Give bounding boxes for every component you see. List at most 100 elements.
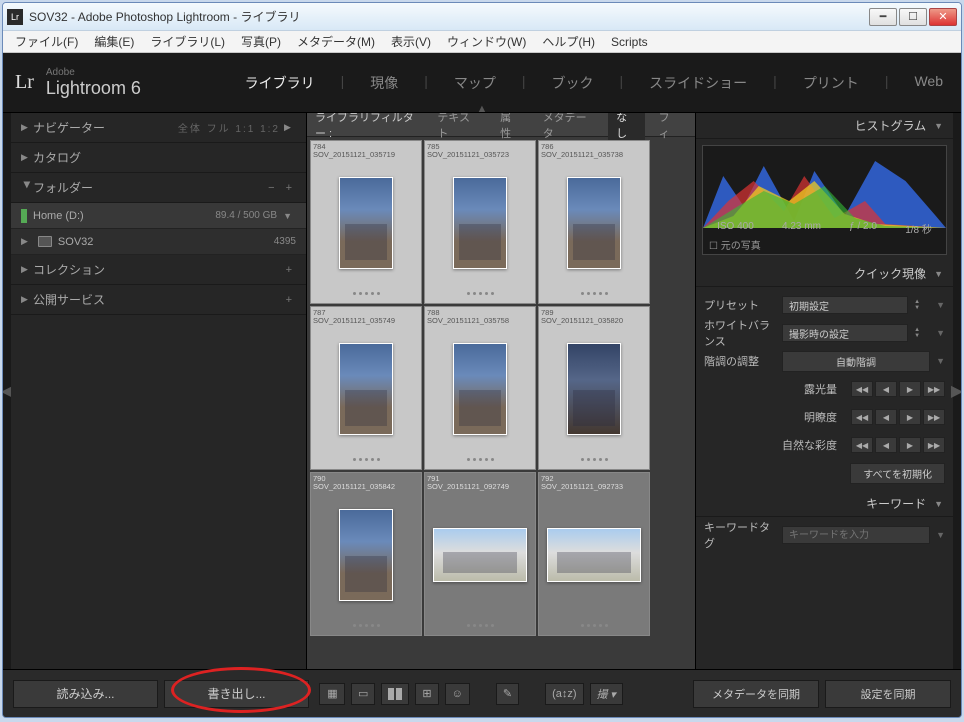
panel-publish[interactable]: ▶公開サービス+ <box>11 285 306 315</box>
thumb-meta: 790SOV_20151121_035842 <box>313 475 419 493</box>
thumb-meta: 789SOV_20151121_035820 <box>541 309 647 327</box>
preset-select[interactable]: 初期設定 <box>782 296 908 314</box>
histogram[interactable]: ISO 400 4.23 mm ƒ / 2.0 1/8 秒 元の写真 <box>702 145 947 255</box>
thumb-meta: 788SOV_20151121_035758 <box>427 309 533 327</box>
exposure-stepper[interactable]: ◀◀◀▶▶▶ <box>851 381 945 397</box>
thumb-rating[interactable] <box>427 617 533 633</box>
menu-scripts[interactable]: Scripts <box>605 33 654 51</box>
thumb-image <box>567 177 621 269</box>
menu-photo[interactable]: 写真(P) <box>235 31 287 52</box>
thumbnail-cell[interactable]: 791SOV_20151121_092749 <box>424 472 536 636</box>
reset-all-button[interactable]: すべてを初期化 <box>850 463 945 484</box>
people-view-icon[interactable]: ☺ <box>445 683 470 705</box>
auto-tone-button[interactable]: 自動階調 <box>782 351 930 372</box>
thumbnail-cell[interactable]: 786SOV_20151121_035738 <box>538 140 650 304</box>
menu-help[interactable]: ヘルプ(H) <box>536 31 601 52</box>
thumb-meta: 785SOV_20151121_035723 <box>427 143 533 161</box>
app-icon: Lr <box>7 9 23 25</box>
menu-library[interactable]: ライブラリ(L) <box>144 31 231 52</box>
folder-row[interactable]: ▶ SOV32 4395 <box>11 229 306 255</box>
stepper-icon[interactable]: ▲▼ <box>914 299 930 311</box>
panel-navigator[interactable]: ▶ナビゲーター 全体 フル 1:1 1:2▶ <box>11 113 306 143</box>
clarity-stepper[interactable]: ◀◀◀▶▶▶ <box>851 409 945 425</box>
menu-metadata[interactable]: メタデータ(M) <box>291 31 381 52</box>
sync-settings-button[interactable]: 設定を同期 <box>825 680 951 708</box>
module-print[interactable]: プリント <box>797 73 865 93</box>
module-web[interactable]: Web <box>908 73 949 93</box>
stepper-icon[interactable]: ▲▼ <box>914 327 930 339</box>
right-panel: ヒストグラム▼ ISO 400 4.23 mm ƒ / 2.0 1/8 秒 <box>695 113 953 669</box>
thumb-image <box>453 343 507 435</box>
thumbnail-cell[interactable]: 785SOV_20151121_035723 <box>424 140 536 304</box>
right-panel-collapse[interactable]: ▶ <box>953 113 961 669</box>
thumb-rating[interactable] <box>313 451 419 467</box>
drive-row[interactable]: Home (D:) 89.4 / 500 GB ▼ <box>11 203 306 229</box>
thumbnail-grid[interactable]: 784SOV_20151121_035719 785SOV_20151121_03… <box>307 137 695 669</box>
panel-keywords-header[interactable]: キーワード▼ <box>696 491 953 517</box>
thumb-meta: 786SOV_20151121_035738 <box>541 143 647 161</box>
thumbnail-cell[interactable]: 789SOV_20151121_035820 <box>538 306 650 470</box>
survey-view-icon[interactable]: ⊞ <box>415 683 438 705</box>
wb-label: ホワイトバランス <box>704 317 776 349</box>
compare-view-icon[interactable] <box>381 683 409 705</box>
folders-add-remove[interactable]: − + <box>268 182 296 194</box>
module-map[interactable]: マップ <box>448 73 502 93</box>
thumb-rating[interactable] <box>427 451 533 467</box>
panel-collections[interactable]: ▶コレクション+ <box>11 255 306 285</box>
close-button[interactable]: ✕ <box>929 8 957 26</box>
menubar: ファイル(F) 編集(E) ライブラリ(L) 写真(P) メタデータ(M) 表示… <box>3 31 961 53</box>
menu-window[interactable]: ウィンドウ(W) <box>441 31 532 52</box>
keyword-input[interactable] <box>782 526 930 544</box>
panel-folders[interactable]: ▶フォルダー − + <box>11 173 306 203</box>
hist-focal: 4.23 mm <box>782 221 821 236</box>
tone-label: 階調の調整 <box>704 353 776 369</box>
panel-histogram-header[interactable]: ヒストグラム▼ <box>696 113 953 139</box>
left-panel-collapse[interactable]: ◀ <box>3 113 11 669</box>
hist-aperture: ƒ / 2.0 <box>849 221 877 236</box>
sort-direction-icon[interactable]: (a↕z) <box>545 683 583 705</box>
vibrance-label: 自然な彩度 <box>782 437 837 453</box>
thumbnail-cell[interactable]: 790SOV_20151121_035842 <box>310 472 422 636</box>
grid-view-icon[interactable]: ▦ <box>319 683 345 705</box>
hist-original-checkbox[interactable]: 元の写真 <box>709 237 761 252</box>
thumb-rating[interactable] <box>541 617 647 633</box>
folder-count: 4395 <box>274 236 296 247</box>
module-book[interactable]: ブック <box>546 73 600 93</box>
sync-metadata-button[interactable]: メタデータを同期 <box>693 680 819 708</box>
vibrance-stepper[interactable]: ◀◀◀▶▶▶ <box>851 437 945 453</box>
thumb-rating[interactable] <box>541 285 647 301</box>
menu-file[interactable]: ファイル(F) <box>9 31 84 52</box>
import-button[interactable]: 読み込み... <box>13 680 158 708</box>
panel-collapse-top-icon[interactable]: ▲ <box>477 103 488 115</box>
thumb-rating[interactable] <box>313 285 419 301</box>
sort-menu-icon[interactable]: 撮 ▾ <box>590 683 623 705</box>
titlebar[interactable]: Lr SOV32 - Adobe Photoshop Lightroom - ラ… <box>3 3 961 31</box>
menu-view[interactable]: 表示(V) <box>385 31 437 52</box>
panel-catalog[interactable]: ▶カタログ <box>11 143 306 173</box>
window-title: SOV32 - Adobe Photoshop Lightroom - ライブラ… <box>29 8 869 25</box>
thumb-rating[interactable] <box>427 285 533 301</box>
export-button[interactable]: 書き出し... <box>164 680 309 708</box>
loupe-view-icon[interactable]: ▭ <box>351 683 375 705</box>
thumb-rating[interactable] <box>313 617 419 633</box>
module-library[interactable]: ライブラリ <box>239 73 321 93</box>
thumb-rating[interactable] <box>541 451 647 467</box>
wb-select[interactable]: 撮影時の設定 <box>782 324 908 342</box>
thumbnail-cell[interactable]: 787SOV_20151121_035749 <box>310 306 422 470</box>
thumb-meta: 787SOV_20151121_035749 <box>313 309 419 327</box>
navigator-zoom-options[interactable]: 全体 フル 1:1 1:2 <box>178 120 280 135</box>
menu-edit[interactable]: 編集(E) <box>88 31 140 52</box>
module-slideshow[interactable]: スライドショー <box>643 73 753 93</box>
preset-label: プリセット <box>704 297 776 313</box>
thumbnail-cell[interactable]: 792SOV_20151121_092733 <box>538 472 650 636</box>
minimize-button[interactable]: ━ <box>869 8 897 26</box>
module-develop[interactable]: 現像 <box>364 73 404 93</box>
thumb-image <box>339 343 393 435</box>
maximize-button[interactable]: ☐ <box>899 8 927 26</box>
painter-icon[interactable]: ✎ <box>496 683 519 705</box>
hist-shutter: 1/8 秒 <box>905 221 932 236</box>
thumb-image <box>453 177 507 269</box>
panel-quickdev-header[interactable]: クイック現像▼ <box>696 261 953 287</box>
thumbnail-cell[interactable]: 784SOV_20151121_035719 <box>310 140 422 304</box>
thumbnail-cell[interactable]: 788SOV_20151121_035758 <box>424 306 536 470</box>
